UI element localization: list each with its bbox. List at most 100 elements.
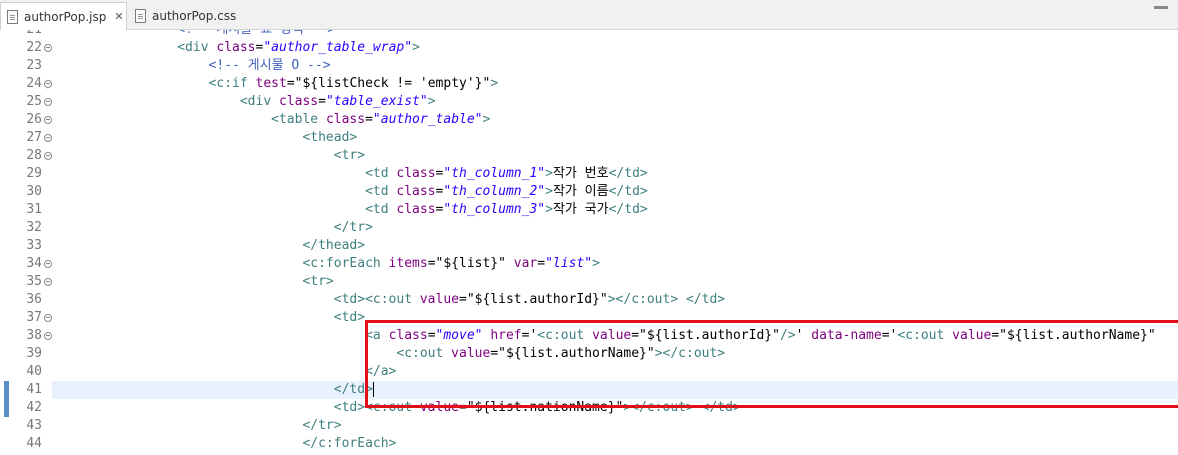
fold-collapse-icon[interactable] — [44, 98, 52, 106]
line-number: 38 — [10, 327, 52, 345]
code-token: value — [419, 400, 459, 415]
code-line[interactable]: <c:out value="${list.authorName}"></c:ou… — [52, 345, 1178, 363]
code-line[interactable]: <c:if test="${listCheck != 'empty'}"> — [52, 75, 1178, 93]
code-token: "move" — [435, 328, 483, 343]
code-token: > — [427, 94, 436, 109]
line-number-text: 28 — [26, 148, 42, 163]
code-line[interactable]: <td><c:out value="${list.nationName}"></… — [52, 399, 1178, 417]
code-token: data-name — [811, 328, 882, 343]
code-token: class — [396, 166, 436, 181]
code-line[interactable]: </c:forEach> — [52, 435, 1178, 453]
code-token: <td> — [333, 310, 366, 325]
code-token: /> — [779, 328, 796, 343]
line-number-gutter: 21 22 23 24 25 26 27 28 29 30 31 32 33 34 35 36 37 38 39 40… — [10, 30, 52, 455]
code-token: <!-- 게시물 표 영역 --> — [52, 30, 335, 37]
code-line[interactable]: <div class="author_table_wrap"> — [52, 39, 1178, 57]
fold-collapse-icon[interactable] — [44, 134, 52, 142]
code-token: > — [490, 76, 499, 91]
code-line[interactable]: <tr> — [52, 273, 1178, 291]
code-token: <div — [177, 40, 217, 55]
minimize-icon[interactable] — [1154, 6, 1168, 9]
code-line[interactable]: </a> — [52, 363, 1178, 381]
code-token: </td> — [608, 166, 648, 181]
text-caret — [372, 382, 374, 397]
change-marker — [4, 381, 9, 399]
line-number-text: 32 — [26, 220, 42, 235]
fold-collapse-icon[interactable] — [44, 116, 52, 124]
code-line[interactable]: <c:forEach items="${list}" var="list"> — [52, 255, 1178, 273]
code-line[interactable]: </tr> — [52, 417, 1178, 435]
code-line[interactable]: <td><c:out value="${list.authorId}"></c:… — [52, 291, 1178, 309]
code-line[interactable]: <td> — [52, 309, 1178, 327]
fold-collapse-icon[interactable] — [44, 332, 52, 340]
code-line[interactable]: <table class="author_table"> — [52, 111, 1178, 129]
code-token: "table_exist" — [325, 94, 428, 109]
code-token: > — [545, 166, 553, 181]
tab-authorpop-css[interactable]: authorPop.css — [129, 2, 239, 30]
code-token: ="${listCheck != 'empty'}" — [286, 76, 491, 91]
code-token: "th_column_1" — [443, 166, 546, 181]
code-token: <td — [365, 166, 397, 181]
code-line[interactable]: <td class="th_column_2">작가 이름</td> — [52, 183, 1178, 201]
code-line[interactable]: <td class="th_column_3">작가 국가</td> — [52, 201, 1178, 219]
line-number: 32 — [10, 219, 52, 237]
code-token: ="${list.nationName}" — [459, 400, 624, 415]
line-number-text: 43 — [26, 418, 42, 433]
code-area[interactable]: <!-- 게시물 표 영역 --> <div class="author_tab… — [52, 30, 1178, 455]
code-line[interactable]: <!-- 게시물 O --> — [52, 57, 1178, 75]
code-line[interactable]: </thead> — [52, 237, 1178, 255]
line-number-text: 23 — [26, 58, 42, 73]
code-token: <td — [365, 202, 397, 217]
line-number: 44 — [10, 435, 52, 453]
fold-collapse-icon[interactable] — [44, 314, 52, 322]
code-line[interactable]: </td> — [52, 381, 1178, 399]
code-line[interactable]: </tr> — [52, 219, 1178, 237]
fold-collapse-icon[interactable] — [44, 152, 52, 160]
line-number: 23 — [10, 57, 52, 75]
code-token: </thead> — [302, 238, 366, 253]
line-number-text: 41 — [26, 382, 42, 397]
code-token: </td> — [608, 184, 648, 199]
code-token: > — [412, 40, 420, 55]
line-number-text: 27 — [26, 130, 42, 145]
code-line[interactable]: <tr> — [52, 147, 1178, 165]
code-token: </a> — [365, 364, 397, 379]
tab-authorpop-jsp[interactable]: authorPop.jsp ✕ — [0, 2, 127, 30]
code-token: class — [396, 184, 436, 199]
code-token: class — [388, 328, 428, 343]
line-number-text: 33 — [26, 238, 42, 253]
fold-collapse-icon[interactable] — [44, 44, 52, 52]
code-token: 작가 번호 — [552, 166, 609, 181]
line-number: 28 — [10, 147, 52, 165]
line-number: 24 — [10, 75, 52, 93]
code-line[interactable]: <div class="table_exist"> — [52, 93, 1178, 111]
code-editor[interactable]: 21 22 23 24 25 26 27 28 29 30 31 32 33 34 35 36 37 38 39 40… — [0, 30, 1178, 455]
fold-collapse-icon[interactable] — [44, 278, 52, 286]
code-line[interactable]: <td class="th_column_1">작가 번호</td> — [52, 165, 1178, 183]
line-number-text: 36 — [26, 292, 42, 307]
code-line[interactable]: <a class="move" href='<c:out value="${li… — [52, 327, 1178, 345]
code-token: items — [388, 256, 428, 271]
code-line[interactable]: <thead> — [52, 129, 1178, 147]
code-token: href — [490, 328, 522, 343]
code-token: var — [513, 256, 538, 271]
code-token: > — [482, 112, 491, 127]
code-line[interactable]: <!-- 게시물 표 영역 --> — [52, 30, 1178, 39]
code-token: </tr> — [302, 418, 342, 433]
close-icon[interactable]: ✕ — [114, 11, 123, 22]
line-number: 26 — [10, 111, 52, 129]
line-number: 31 — [10, 201, 52, 219]
code-token: =' — [521, 328, 538, 343]
fold-collapse-icon[interactable] — [44, 260, 52, 268]
code-token: = — [427, 328, 436, 343]
fold-collapse-icon[interactable] — [44, 80, 52, 88]
